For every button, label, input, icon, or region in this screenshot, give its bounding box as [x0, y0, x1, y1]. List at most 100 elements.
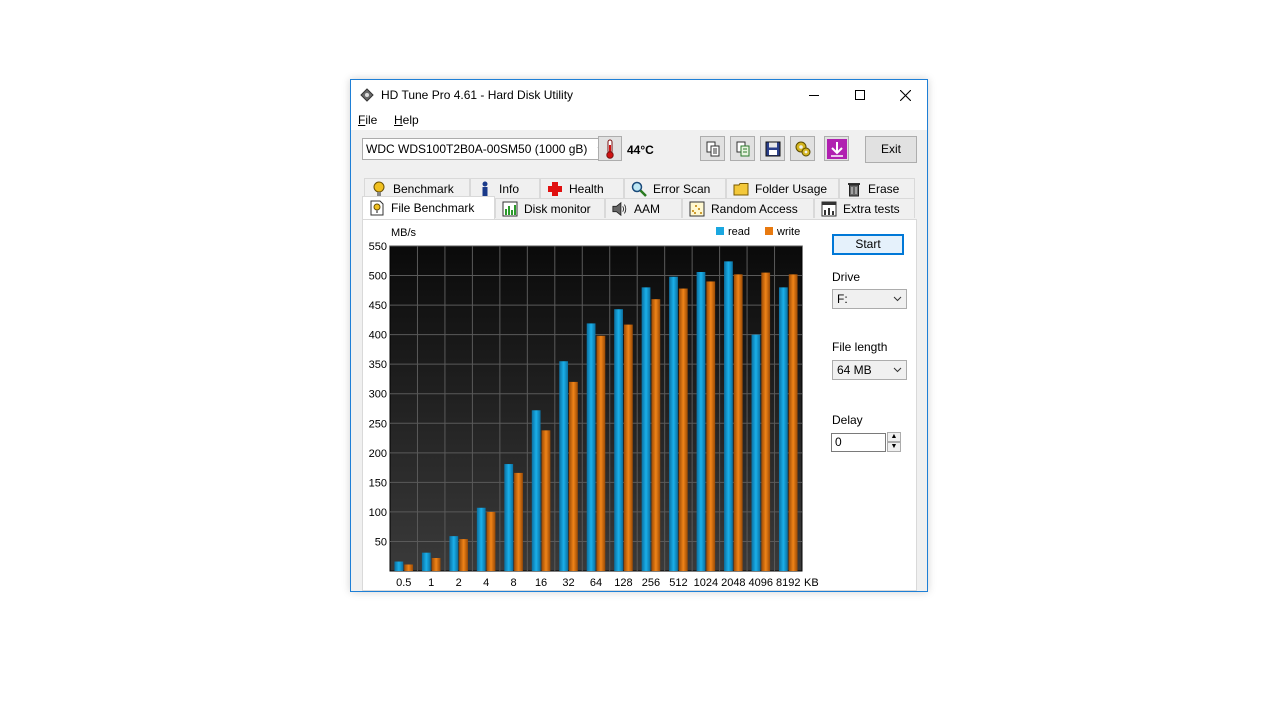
x-tick-label: 4096 — [749, 577, 773, 589]
bar-write — [596, 335, 606, 571]
start-button[interactable]: Start — [832, 234, 904, 255]
maximize-icon — [855, 90, 865, 100]
x-tick-label: 8 — [511, 577, 517, 589]
legend-label-read: read — [728, 226, 750, 238]
delay-spin-up[interactable]: ▲ — [887, 432, 901, 442]
minimize-button[interactable] — [791, 80, 837, 110]
bar-write — [514, 472, 523, 571]
tab-folder-usage[interactable]: Folder Usage — [726, 178, 839, 198]
file-length-label: File length — [832, 340, 888, 354]
x-tick-label: 64 — [590, 577, 602, 589]
extra-tests-icon — [821, 201, 837, 217]
copy-icon — [706, 141, 719, 156]
health-cross-icon — [547, 181, 563, 197]
drive-combo-value: F: — [837, 292, 848, 306]
options-button[interactable] — [790, 136, 815, 161]
bar-write — [678, 288, 688, 571]
maximize-button[interactable] — [837, 80, 883, 110]
tab-random-access[interactable]: Random Access — [682, 198, 814, 218]
bar-read — [641, 287, 651, 571]
menu-help[interactable]: Help — [394, 113, 419, 127]
bar-write — [569, 381, 578, 571]
tab-health[interactable]: Health — [540, 178, 624, 198]
file-length-combo[interactable]: 64 MB — [832, 360, 907, 380]
delay-label: Delay — [832, 413, 863, 427]
x-tick-label: 128 — [614, 577, 632, 589]
tab-file-benchmark[interactable]: File Benchmark — [362, 196, 495, 219]
y-tick-label: 50 — [375, 536, 387, 548]
tab-erase[interactable]: Erase — [839, 178, 915, 198]
file-benchmark-chart: 50 100 150 200 250 300 350 400 450 500 550 MB/s 0.5 1… — [369, 226, 819, 589]
tab-strip: Benchmark Info Health Error Scan Folder … — [351, 176, 927, 219]
y-tick-label: 300 — [369, 389, 387, 401]
bar-read — [751, 334, 761, 571]
y-tick-label: 400 — [369, 330, 387, 342]
bar-write — [459, 539, 468, 571]
temperature-button[interactable] — [598, 136, 622, 161]
bar-write — [788, 274, 798, 571]
app-icon — [360, 88, 374, 102]
bar-write — [733, 274, 743, 571]
x-tick-label: 8192 — [776, 577, 800, 589]
title-bar[interactable]: HD Tune Pro 4.61 - Hard Disk Utility — [351, 80, 927, 110]
bar-write — [623, 324, 633, 571]
y-tick-label: 100 — [369, 507, 387, 519]
temperature-readout: 44°C — [627, 143, 654, 157]
bar-write — [706, 281, 716, 571]
delay-input[interactable]: 0 — [831, 433, 886, 452]
tab-aam[interactable]: AAM — [605, 198, 682, 218]
save-button[interactable] — [760, 136, 785, 161]
copy-all-icon — [736, 141, 749, 156]
chevron-down-icon — [893, 290, 902, 313]
x-tick-label: 2 — [456, 577, 462, 589]
exit-button[interactable]: Exit — [865, 136, 917, 163]
delay-spin-down[interactable]: ▼ — [887, 442, 901, 452]
tab-extra-tests[interactable]: Extra tests — [814, 198, 915, 218]
close-button[interactable] — [882, 80, 928, 110]
bar-read — [449, 536, 459, 571]
copy-button[interactable] — [700, 136, 725, 161]
folder-icon — [733, 181, 749, 197]
x-tick-label: 32 — [562, 577, 574, 589]
thermometer-icon — [606, 139, 614, 159]
drive-combo[interactable]: F: — [832, 289, 907, 309]
bar-read — [586, 323, 596, 571]
bar-write — [761, 272, 771, 571]
x-tick-label: 512 — [669, 577, 687, 589]
legend-swatch-read — [716, 227, 724, 235]
tab-info[interactable]: Info — [470, 178, 540, 198]
screenshot-button[interactable] — [824, 136, 849, 161]
bar-read — [394, 561, 404, 571]
x-tick-label: 0.5 — [396, 577, 411, 589]
tab-disk-monitor[interactable]: Disk monitor — [495, 198, 605, 218]
drive-label: Drive — [832, 270, 861, 284]
bar-write — [486, 511, 496, 571]
y-tick-label: 350 — [369, 359, 387, 371]
random-access-icon — [689, 201, 705, 217]
bar-read — [724, 261, 733, 571]
menu-file[interactable]: File — [358, 113, 377, 127]
tab-benchmark[interactable]: Benchmark — [364, 178, 470, 198]
x-tick-label: 256 — [642, 577, 660, 589]
benchmark-icon — [371, 181, 387, 197]
bar-read — [531, 410, 541, 571]
drive-select[interactable]: WDC WDS100T2B0A-00SM50 (1000 gB) — [362, 138, 612, 160]
legend-label-write: write — [776, 226, 800, 238]
bar-read — [559, 361, 569, 571]
x-tick-label: 2048 — [721, 577, 745, 589]
x-tick-label: 4 — [483, 577, 489, 589]
y-tick-label: 450 — [369, 300, 387, 312]
magnifier-icon — [631, 181, 647, 197]
info-icon — [477, 181, 493, 197]
drive-select-value: WDC WDS100T2B0A-00SM50 (1000 gB) — [366, 142, 588, 156]
trash-icon — [846, 181, 862, 197]
download-arrow-icon — [826, 138, 847, 159]
bar-write — [541, 430, 551, 571]
floppy-save-icon — [765, 141, 780, 156]
tab-error-scan[interactable]: Error Scan — [624, 178, 726, 198]
x-tick-label: 1024 — [694, 577, 718, 589]
bar-write — [431, 558, 441, 571]
copy-all-button[interactable] — [730, 136, 755, 161]
bar-read — [504, 464, 514, 571]
bar-read — [669, 276, 678, 571]
